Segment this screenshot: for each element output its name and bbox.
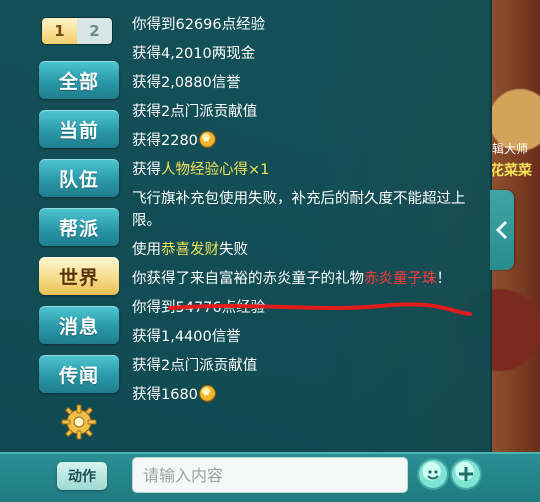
chat-message: 获得人物经验心得×1	[132, 159, 480, 181]
action-button[interactable]: 动作	[57, 462, 107, 490]
message-text: 获得4,2010两现金	[132, 46, 256, 62]
page-tab-1[interactable]: 1	[42, 18, 77, 44]
chat-message: 你获得了来自富裕的赤炎童子的礼物赤炎童子珠！	[132, 268, 480, 290]
chat-message-list[interactable]: 你得到62696点经验 获得4,2010两现金 获得2,0880信誉获得2点门派贡献…	[132, 14, 480, 406]
message-text: 你得到62696点经验	[132, 17, 266, 33]
chat-message: 获得2点门派贡献值	[132, 355, 480, 377]
message-text: 飞行旗补充包使用失败，补充后的耐久度不能超过上限。	[132, 191, 466, 229]
chat-message: 你得到54776点经验	[132, 297, 480, 319]
message-text: 你得到54776点经验	[132, 300, 266, 316]
chat-message: 你得到62696点经验	[132, 14, 480, 36]
page-tab-2[interactable]: 2	[77, 18, 112, 44]
message-text: 获得1,4400信誉	[132, 329, 241, 345]
channel-page-tabs: 1 2	[42, 18, 112, 44]
message-text: 失败	[219, 242, 248, 258]
plus-icon	[459, 467, 473, 481]
smiley-icon	[427, 470, 439, 480]
highlighted-item-text[interactable]: 赤炎童子珠	[364, 271, 437, 287]
add-more-button[interactable]	[452, 460, 480, 488]
channel-rumor-button[interactable]: 传闻	[39, 355, 119, 393]
highlighted-item-text[interactable]: 人物经验心得×1	[161, 162, 269, 178]
message-text: 获得2点门派贡献值	[132, 104, 258, 120]
message-text: ！	[436, 271, 452, 287]
channel-team-button[interactable]: 队伍	[39, 159, 119, 197]
background-npc-name: 花菜菜	[490, 163, 532, 179]
coin-icon	[199, 129, 215, 151]
chat-message: 使用恭喜发财失败	[132, 239, 480, 261]
chat-message: 获得1,4400信誉	[132, 326, 480, 348]
chevron-left-icon	[495, 220, 508, 240]
chat-message: 获得1680	[132, 383, 480, 406]
channel-message-button[interactable]: 消息	[39, 306, 119, 344]
chat-input[interactable]	[132, 457, 408, 493]
highlighted-item-text[interactable]: 恭喜发财	[161, 242, 219, 258]
message-text: 获得2280	[132, 133, 198, 149]
channel-all-button[interactable]: 全部	[39, 61, 119, 99]
coin-icon	[199, 383, 215, 405]
emoji-button[interactable]	[419, 460, 447, 488]
channel-guild-button[interactable]: 帮派	[39, 208, 119, 246]
message-text: 获得2点门派贡献值	[132, 358, 258, 374]
settings-gear-icon[interactable]	[60, 403, 98, 441]
chat-message: 飞行旗补充包使用失败，补充后的耐久度不能超过上限。	[132, 188, 480, 232]
channel-world-button[interactable]: 世界	[39, 257, 119, 295]
chat-message: 获得2点门派贡献值	[132, 101, 480, 123]
message-text: 获得1680	[132, 387, 198, 403]
background-npc-title: 辑大师	[492, 142, 529, 156]
message-text: 使用	[132, 242, 161, 258]
channel-current-button[interactable]: 当前	[39, 110, 119, 148]
chat-message: 获得2280	[132, 129, 480, 152]
chat-panel: 1 2 全部 当前 队伍 帮派 世界 消息 传闻 你得到62696点经验 获得4,…	[0, 0, 492, 500]
chat-message: 获得4,2010两现金	[132, 43, 480, 65]
chat-message: 获得2,0880信誉	[132, 72, 480, 94]
message-text: 获得2,0880信誉	[132, 75, 241, 91]
message-text: 你获得了来自富裕的赤炎童子的礼物	[132, 271, 364, 287]
expand-panel-handle[interactable]	[490, 190, 514, 270]
message-text: 获得	[132, 162, 161, 178]
